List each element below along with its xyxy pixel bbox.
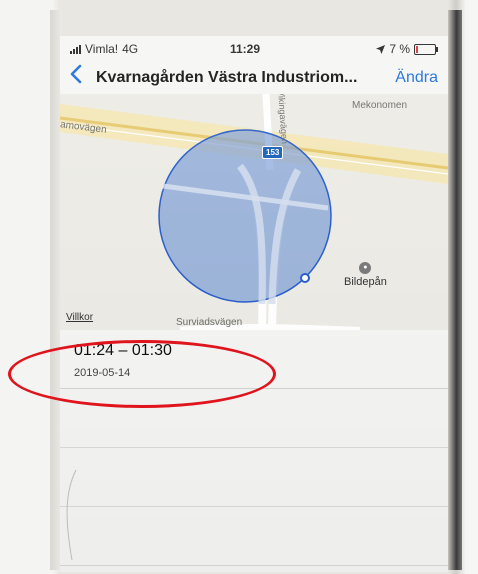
map-label-south-road: Surviadsvägen <box>176 317 243 328</box>
screen-crack <box>66 470 77 560</box>
phone-screen: Vimla! 4G 11:29 7 % Kvarnagården Västra … <box>60 36 448 572</box>
back-button[interactable] <box>70 64 82 89</box>
empty-row <box>60 507 448 566</box>
carrier-name: Vimla! <box>85 42 119 56</box>
poi-bildepan[interactable]: ● Bildepån <box>344 262 387 288</box>
carrier-group: Vimla! 4G <box>70 42 138 56</box>
route-shield: 153 <box>262 146 284 159</box>
status-right-group: 7 % <box>376 42 438 56</box>
map-view[interactable]: Mekonomen amovägen Vikingavägen Surviads… <box>60 94 448 330</box>
conditions-link[interactable]: Villkor <box>66 312 93 323</box>
page-title: Kvarnagården Västra Industriom... <box>96 69 358 86</box>
edit-button[interactable]: Ändra <box>395 69 438 87</box>
red-annotation-circle <box>8 340 276 408</box>
chevron-left-icon <box>70 64 82 84</box>
poi-label: Bildepån <box>344 276 387 288</box>
battery-icon <box>414 43 438 55</box>
phone-frame-right <box>448 10 462 570</box>
signal-bars-icon <box>70 44 81 54</box>
navigation-bar: Kvarnagården Västra Industriom... Ändra <box>60 60 448 94</box>
status-time: 11:29 <box>230 42 261 56</box>
empty-row <box>60 448 448 507</box>
map-label-mekonomen: Mekonomen <box>352 100 408 111</box>
location-arrow-icon <box>376 44 386 54</box>
battery-percent: 7 % <box>389 42 410 56</box>
status-bar: Vimla! 4G 11:29 7 % <box>60 36 448 58</box>
car-icon: ● <box>359 262 372 274</box>
map-graphic <box>60 94 448 330</box>
network-type: 4G <box>122 42 139 56</box>
